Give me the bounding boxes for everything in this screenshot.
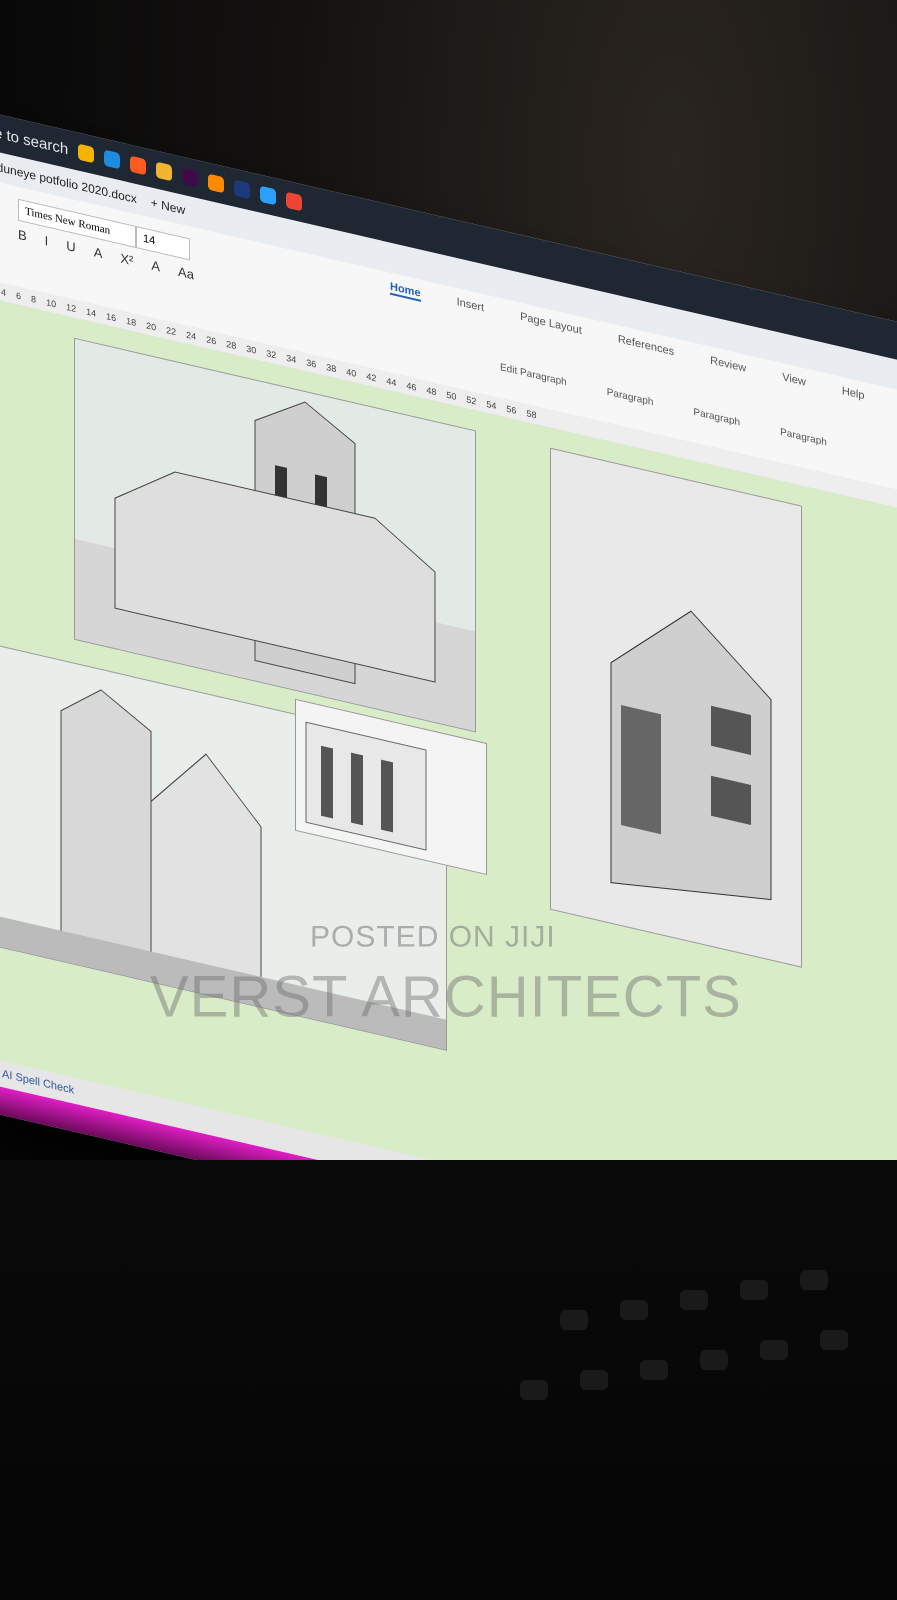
ruler-tick: 14: [86, 306, 97, 319]
ruler-tick: 44: [386, 375, 397, 389]
ruler-tick: 30: [246, 343, 257, 356]
ruler-tick: 4: [1, 286, 7, 299]
tab-view[interactable]: View: [782, 371, 806, 390]
keyboard-key: [820, 1330, 848, 1350]
ruler-tick: 54: [486, 398, 497, 412]
copilot-icon[interactable]: [78, 143, 95, 164]
new-label: New: [161, 197, 186, 218]
search-box[interactable]: e to search: [0, 124, 68, 158]
mail-icon[interactable]: [130, 155, 147, 176]
ruler-tick: 56: [506, 403, 517, 416]
ruler-tick: 18: [126, 315, 137, 329]
keyboard-key: [560, 1310, 588, 1330]
folder-icon[interactable]: [156, 161, 173, 182]
keyboard-key: [640, 1360, 668, 1380]
keyboard-key: [800, 1270, 828, 1290]
tab-review[interactable]: Review: [710, 355, 746, 377]
ruler-tick: 38: [326, 361, 337, 375]
group-label: Paragraph: [606, 386, 654, 409]
tab-page-layout[interactable]: Page Layout: [520, 311, 582, 339]
change-case-button[interactable]: Aa: [178, 264, 194, 283]
ruler-tick: 58: [526, 408, 537, 421]
ruler-tick: 22: [166, 324, 177, 338]
ruler-tick: 42: [366, 371, 377, 384]
ruler-tick: 34: [286, 352, 297, 366]
ruler-tick: 36: [306, 357, 317, 370]
ruler-tick: 10: [46, 297, 57, 310]
ruler-tick: 12: [66, 301, 77, 315]
ruler-tick: 32: [266, 348, 277, 361]
tab-home[interactable]: Home: [390, 280, 421, 302]
tab-references[interactable]: References: [618, 333, 674, 360]
tab-help[interactable]: Help: [842, 385, 865, 404]
ruler-tick: 52: [466, 394, 477, 407]
monitor-screen: e to search oduneye potfolio 2020.docx +…: [0, 110, 897, 1328]
aftereffects-icon[interactable]: [182, 167, 199, 188]
ruler-tick: 40: [346, 366, 357, 379]
ruler-tick: 46: [406, 380, 417, 393]
chrome-icon[interactable]: [286, 191, 303, 212]
edge-icon[interactable]: [104, 149, 121, 170]
group-label: Edit Paragraph: [500, 362, 567, 389]
group-label: Paragraph: [780, 426, 827, 449]
keyboard-key: [680, 1290, 708, 1310]
keyboard-key: [760, 1340, 788, 1360]
keyboard-key: [520, 1380, 548, 1400]
keyboard-key: [620, 1300, 648, 1320]
keyboard-key: [700, 1350, 728, 1370]
ruler-tick: 50: [446, 389, 457, 402]
strikethrough-button[interactable]: A: [94, 244, 103, 261]
modern-building-image: [550, 447, 802, 968]
ruler-tick: 28: [226, 338, 237, 352]
ruler-tick: 6: [16, 290, 22, 302]
ruler-tick: 24: [186, 329, 197, 342]
ruler-tick: 26: [206, 334, 217, 347]
photoshop-icon[interactable]: [260, 185, 277, 206]
font-color-button[interactable]: A: [151, 258, 160, 275]
ruler-tick: 8: [31, 293, 37, 305]
tab-insert[interactable]: Insert: [457, 296, 485, 316]
italic-button[interactable]: I: [45, 233, 49, 249]
group-label: Paragraph: [693, 406, 741, 429]
keyboard-key: [740, 1280, 768, 1300]
illustrator-icon[interactable]: [208, 173, 225, 194]
watermark-jiji: POSTED ON JIJI: [310, 920, 556, 954]
new-button[interactable]: + New: [151, 195, 185, 217]
premiere-icon[interactable]: [234, 179, 251, 200]
underline-button[interactable]: U: [66, 238, 75, 255]
church-drawing-image: [74, 337, 476, 733]
ruler-tick: 48: [426, 385, 437, 398]
keyboard: [0, 1160, 897, 1600]
superscript-button[interactable]: X²: [120, 250, 133, 268]
bold-button[interactable]: B: [18, 227, 27, 244]
keyboard-key: [580, 1370, 608, 1390]
watermark-verst: VERST ARCHITECTS: [150, 964, 742, 1030]
ruler-tick: 20: [146, 320, 157, 333]
ruler-tick: 16: [106, 311, 117, 324]
